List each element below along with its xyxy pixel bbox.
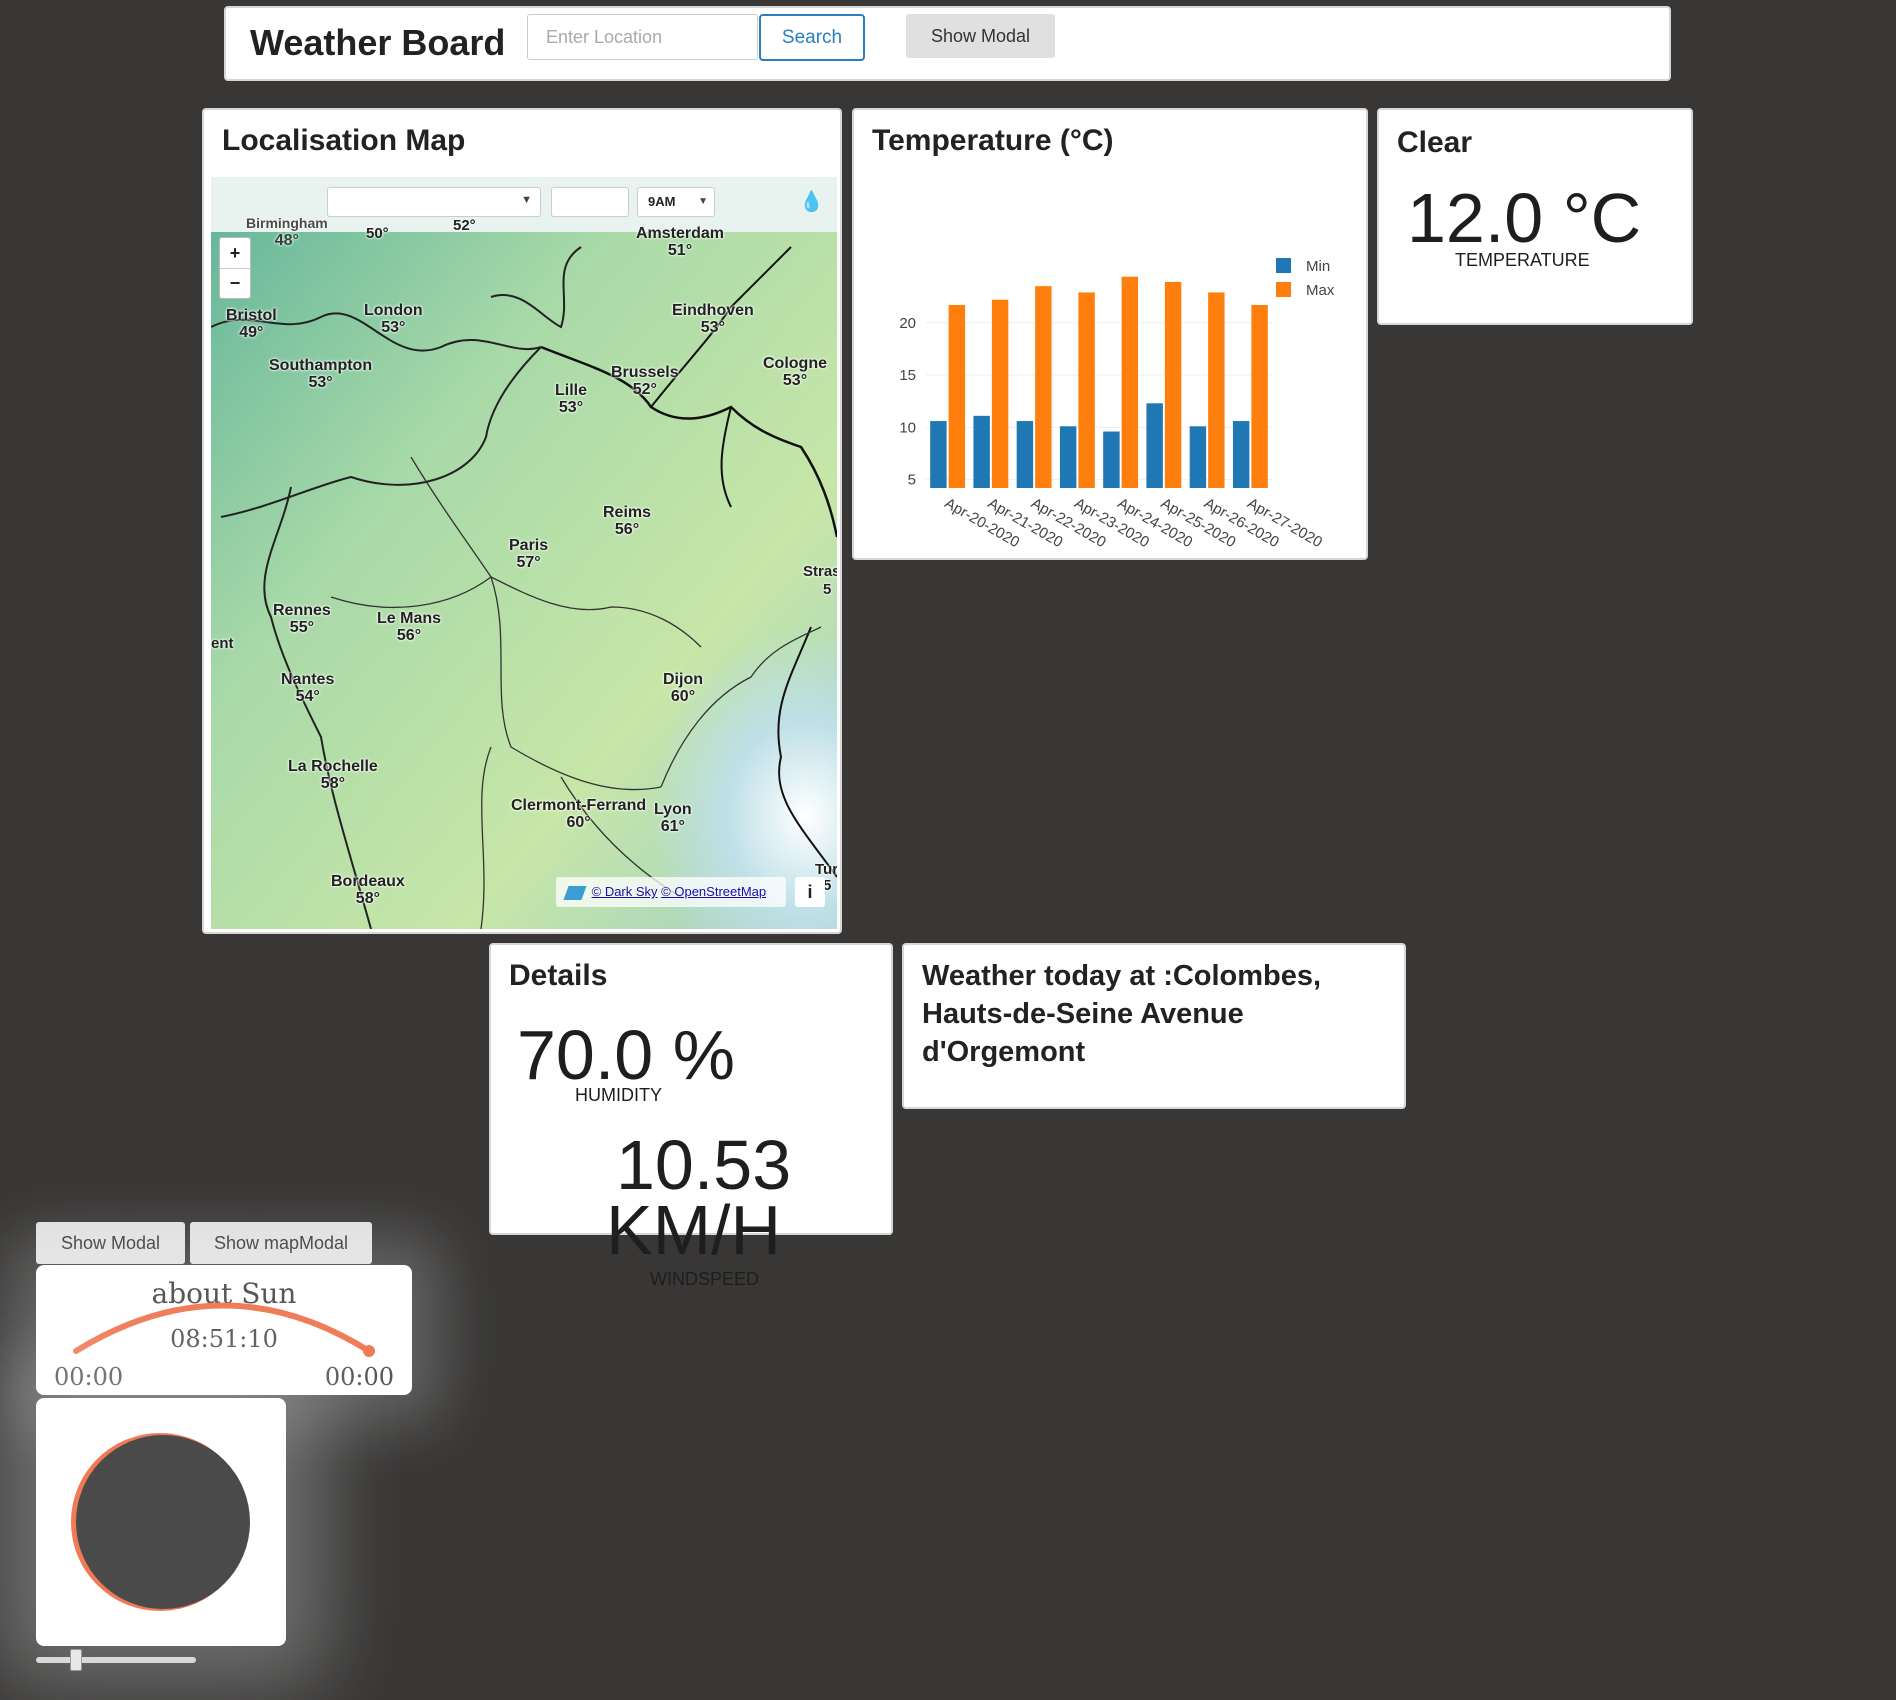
city-label: Le Mans 56° <box>377 610 442 644</box>
edge-label: ent <box>211 635 234 652</box>
city-label: Amsterdam 51° <box>636 225 725 259</box>
bar-max <box>1078 292 1095 488</box>
y-tick-label: 5 <box>908 472 916 489</box>
condition-title: Clear <box>1397 126 1473 159</box>
humidity-value: 70.0 % <box>517 1016 735 1094</box>
humidity-caption: HUMIDITY <box>575 1085 662 1105</box>
bar-min <box>1103 431 1120 488</box>
city-label: La Rochelle 58° <box>288 758 378 792</box>
map-layer-select[interactable]: ▼ <box>327 187 541 217</box>
city-label: Lyon 61° <box>654 801 692 835</box>
location-card: Weather today at :Colombes, Hauts-de-Sei… <box>902 943 1406 1109</box>
details-card: Details 70.0 % HUMIDITY 10.53 KM/H WINDS… <box>489 943 893 1289</box>
city-label: Eindhoven 53° <box>672 302 754 336</box>
chevron-down-icon: ▼ <box>698 196 708 207</box>
bar-max <box>1121 276 1139 488</box>
edge-label: 50° <box>366 225 389 242</box>
edge-label: Stras <box>803 563 837 580</box>
bar-min <box>1059 426 1077 488</box>
city-label: London 53° <box>364 302 423 336</box>
city-label: Lille 53° <box>555 382 588 416</box>
bar-min <box>1232 421 1250 488</box>
city-label: Southampton 53° <box>269 357 373 391</box>
moon-widget <box>36 1398 286 1646</box>
slider-handle[interactable] <box>70 1649 82 1671</box>
city-label: Clermont-Ferrand 60° <box>511 797 647 831</box>
temperature-caption: TEMPERATURE <box>1455 250 1590 270</box>
darksky-logo-icon <box>563 885 587 900</box>
current-weather-card: Clear 12.0 °C TEMPERATURE <box>1377 108 1693 325</box>
details-title: Details <box>509 959 608 992</box>
time-select-value: 9AM <box>648 194 676 209</box>
map-info-button[interactable]: i <box>795 877 825 907</box>
bar-min <box>930 421 947 488</box>
legend-label: Min <box>1306 258 1330 275</box>
bar-min <box>1146 403 1163 488</box>
bar-max <box>1208 292 1225 488</box>
city-label: Paris 57° <box>509 537 549 571</box>
bar-min <box>1016 421 1034 488</box>
city-label: Bristol 49° <box>226 307 277 341</box>
temperature-chart: 5101520Apr-20-2020Apr-21-2020Apr-22-2020… <box>899 258 1335 551</box>
city-label: Cologne 53° <box>763 355 827 389</box>
temperature-value: 12.0 °C <box>1407 179 1642 257</box>
windspeed-caption: WINDSPEED <box>650 1269 760 1289</box>
moon-disc <box>76 1435 250 1609</box>
windspeed-unit: KM/H <box>606 1191 781 1269</box>
zoom-out-button[interactable]: − <box>220 269 250 298</box>
moon-phase-slider[interactable] <box>36 1649 196 1671</box>
osm-link[interactable]: © OpenStreetMap <box>661 884 766 899</box>
city-label: Rennes 55° <box>273 602 331 636</box>
location-input[interactable] <box>527 14 758 60</box>
show-modal-button[interactable]: Show Modal <box>906 14 1055 58</box>
sun-widget: about Sun 08:51:10 00:00 00:00 <box>36 1265 412 1395</box>
y-tick-label: 15 <box>899 367 916 384</box>
legend-swatch <box>1276 258 1291 273</box>
map-card: Localisation Map ▼ 9AM ▼ 💧 + − Birmingha… <box>202 108 842 934</box>
darksky-link[interactable]: © Dark Sky <box>592 884 658 899</box>
bar-max <box>1164 281 1182 488</box>
bar-max <box>991 299 1009 488</box>
legend-label: Max <box>1306 282 1335 299</box>
header-bar: Weather Board Search Show Modal <box>224 6 1671 81</box>
city-label: Nantes 54° <box>281 671 335 705</box>
legend-swatch <box>1276 282 1291 297</box>
map-time-select[interactable]: 9AM ▼ <box>637 187 715 217</box>
map-title: Localisation Map <box>222 124 466 157</box>
city-label: Reims 56° <box>603 504 652 538</box>
chevron-down-icon: ▼ <box>521 194 532 206</box>
bar-min <box>1189 426 1207 488</box>
temperature-card: Temperature (°C) 5 10 15 20 Apr-20-2020 Apr-2… <box>852 108 1368 560</box>
sunrise-time: 00:00 <box>54 1363 124 1391</box>
bar-max <box>1035 286 1052 488</box>
show-map-modal-button[interactable]: Show mapModal <box>190 1222 372 1264</box>
y-tick-label: 10 <box>899 419 916 436</box>
city-label: Birmingham 48° <box>246 215 328 249</box>
bar-min <box>973 415 990 488</box>
city-label: Brussels 52° <box>611 364 679 398</box>
app-title: Weather Board <box>250 22 506 63</box>
precipitation-drop-icon[interactable]: 💧 <box>799 189 824 214</box>
sun-current-time: 08:51:10 <box>170 1325 278 1353</box>
edge-label: 5 <box>823 581 832 598</box>
city-label: Dijon 60° <box>663 671 703 705</box>
y-tick-label: 20 <box>899 315 916 332</box>
bar-max <box>1251 304 1268 488</box>
show-modal-button-bottom[interactable]: Show Modal <box>36 1222 185 1264</box>
map-date-field[interactable] <box>551 187 629 217</box>
bar-max <box>948 304 966 488</box>
sunset-time: 00:00 <box>324 1363 394 1391</box>
map-attribution: © Dark Sky © OpenStreetMap <box>556 877 786 907</box>
edge-label: 52° <box>453 217 476 234</box>
search-button[interactable]: Search <box>759 14 865 61</box>
moon-phase <box>71 1433 250 1611</box>
location-text: Weather today at :Colombes, Hauts-de-Sei… <box>922 960 1322 1068</box>
city-label: Bordeaux 58° <box>331 873 405 907</box>
weather-map[interactable]: ▼ 9AM ▼ 💧 + − Birmingham 48° Amsterdam 51°… <box>211 177 837 929</box>
edge-label: Tur <box>815 861 837 878</box>
